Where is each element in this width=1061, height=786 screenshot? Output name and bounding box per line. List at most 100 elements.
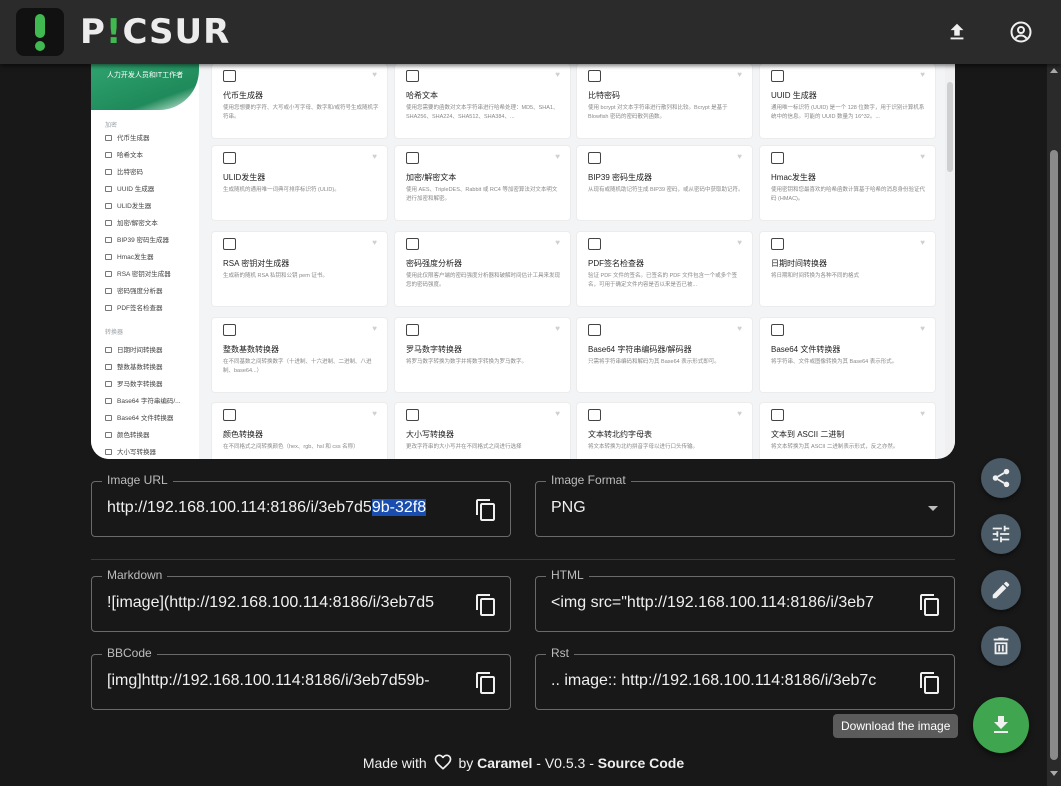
image-url-value[interactable]: http://192.168.100.114:8186/i/3eb7d59b-3… bbox=[107, 499, 460, 517]
footer-source-link[interactable]: Source Code bbox=[598, 755, 684, 771]
preview-menu-label: 密码强度分析器 bbox=[117, 288, 163, 295]
brand-title[interactable]: P!CSUR bbox=[80, 12, 230, 52]
account-circle-icon bbox=[1010, 21, 1032, 43]
footer-author-link[interactable]: Caramel bbox=[477, 755, 532, 771]
preview-card-title: BIP39 密码生成器 bbox=[588, 173, 653, 182]
preview-menu-label: UUID 生成器 bbox=[117, 186, 155, 193]
rst-field[interactable]: Rst .. image:: http://192.168.100.114:81… bbox=[535, 646, 955, 710]
markdown-value[interactable]: ![image](http://192.168.100.114:8186/i/3… bbox=[107, 594, 460, 612]
tool-icon bbox=[223, 324, 236, 336]
preview-tool-card: ♥ BIP39 密码生成器 从现有或随机助记符生成 BIP39 密码，或从密码中获取… bbox=[577, 146, 752, 220]
menu-item-icon bbox=[105, 398, 112, 404]
preview-menu-label: RSA 密钥对生成器 bbox=[117, 271, 171, 278]
preview-tool-card: ♥ 加密/解密文本 使用 AES、TripleDES、Rabbit 或 RC4 等加… bbox=[395, 146, 570, 220]
preview-menu-label: 整数基数转换器 bbox=[117, 364, 163, 371]
customize-button[interactable] bbox=[981, 514, 1021, 554]
preview-menu-label: 代币生成器 bbox=[117, 135, 150, 142]
html-field[interactable]: HTML <img src="http://192.168.100.114:81… bbox=[535, 568, 955, 632]
preview-menu-label: Base64 字符串编码/... bbox=[117, 398, 181, 405]
markdown-label: Markdown bbox=[102, 568, 168, 582]
scrollbar-thumb[interactable] bbox=[1050, 150, 1058, 760]
preview-card-desc: 生成随机的通用唯一词典可排序标识符 (ULID)。 bbox=[223, 187, 340, 193]
preview-card-title: 日期时间转换器 bbox=[771, 259, 827, 268]
menu-item-icon bbox=[105, 203, 112, 209]
share-button[interactable] bbox=[981, 458, 1021, 498]
preview-menu-label: 比特密码 bbox=[117, 169, 143, 176]
preview-card-title: 文本转北约字母表 bbox=[588, 430, 652, 439]
preview-card-title: Base64 字符串编码器/解码器 bbox=[588, 345, 692, 354]
bbcode-field[interactable]: BBCode [img]http://192.168.100.114:8186/… bbox=[91, 646, 511, 710]
menu-item-icon bbox=[105, 449, 112, 455]
preview-group-label: 转换器 bbox=[105, 330, 124, 336]
download-button[interactable] bbox=[973, 697, 1029, 753]
heart-icon: ♥ bbox=[372, 409, 377, 418]
account-button[interactable] bbox=[1005, 16, 1037, 48]
preview-card-title: 颜色转换器 bbox=[223, 430, 263, 439]
preview-card-desc: 从现有或随机助记符生成 BIP39 密码，或从密码中获取助记符。 bbox=[588, 187, 744, 193]
preview-card-desc: 通用唯一标识符 (UUID) 是一个 128 位数字，用于识别计算机系统中的信息… bbox=[771, 105, 925, 120]
tool-icon bbox=[406, 324, 419, 336]
rst-label: Rst bbox=[546, 646, 574, 660]
preview-menu-label: PDF签名检查器 bbox=[117, 305, 163, 312]
edit-button[interactable] bbox=[981, 570, 1021, 610]
preview-tool-card: ♥ 罗马数字转换器 将罗马数字转换为数字并将数字转换为罗马数字。 bbox=[395, 318, 570, 392]
markdown-field[interactable]: Markdown ![image](http://192.168.100.114… bbox=[91, 568, 511, 632]
tool-icon bbox=[588, 324, 601, 336]
preview-card-desc: 将罗马数字转换为数字并将数字转换为罗马数字。 bbox=[406, 359, 528, 365]
brand-prefix: P bbox=[80, 12, 106, 52]
preview-menu-label: 颜色转换器 bbox=[117, 432, 150, 439]
rst-value[interactable]: .. image:: http://192.168.100.114:8186/i… bbox=[551, 672, 904, 690]
copy-image-url-button[interactable] bbox=[474, 498, 498, 522]
preview-tool-card: ♥ 哈希文本 使用您需要的函数对文本字符串进行哈希处理：MD5、SHA1、SHA25… bbox=[395, 64, 570, 138]
scroll-up-arrow[interactable] bbox=[1050, 68, 1058, 73]
image-url-label: Image URL bbox=[102, 473, 173, 487]
tool-icon bbox=[406, 238, 419, 250]
preview-menu-item: PDF签名检查器 bbox=[105, 302, 163, 312]
preview-card-desc: 只需将字符串编码和解码为其 Base64 表示形式即可。 bbox=[588, 359, 720, 365]
preview-menu-label: 加密/解密文本 bbox=[117, 220, 158, 227]
preview-menu-item: 罗马数字转换器 bbox=[105, 378, 163, 388]
bbcode-value[interactable]: [img]http://192.168.100.114:8186/i/3eb7d… bbox=[107, 672, 460, 690]
copy-rst-button[interactable] bbox=[918, 671, 942, 695]
logo-icon[interactable] bbox=[16, 8, 64, 56]
heart-icon: ♥ bbox=[737, 409, 742, 418]
copy-html-button[interactable] bbox=[918, 593, 942, 617]
html-value[interactable]: <img src="http://192.168.100.114:8186/i/… bbox=[551, 594, 904, 612]
brand-suffix: CSUR bbox=[122, 12, 231, 52]
delete-button[interactable] bbox=[981, 626, 1021, 666]
copy-markdown-button[interactable] bbox=[474, 593, 498, 617]
heart-icon: ♥ bbox=[920, 409, 925, 418]
tool-icon bbox=[223, 70, 236, 82]
menu-item-icon bbox=[105, 152, 112, 158]
copy-bbcode-button[interactable] bbox=[474, 671, 498, 695]
download-icon bbox=[994, 716, 1008, 733]
preview-card-desc: 在不同基数之间转换数字（十进制、十六进制、二进制、八进制、base64...） bbox=[223, 359, 372, 374]
preview-tool-card: ♥ 颜色转换器 在不同格式之间转换颜色（hex、rgb、hsl 和 css 名称） bbox=[212, 403, 387, 459]
preview-card-title: 比特密码 bbox=[588, 91, 620, 100]
page-scrollbar[interactable] bbox=[1047, 64, 1061, 786]
preview-menu-item: Hmac发生器 bbox=[105, 251, 153, 261]
preview-menu-item: UUID 生成器 bbox=[105, 183, 154, 193]
preview-card-desc: 更改字符串的大小写并在不同格式之间进行选择 bbox=[406, 444, 522, 450]
heart-icon: ♥ bbox=[555, 238, 560, 247]
preview-card-title: 文本到 ASCII 二进制 bbox=[771, 430, 845, 439]
heart-icon: ♥ bbox=[920, 70, 925, 79]
tool-icon bbox=[406, 70, 419, 82]
preview-tool-card: ♥ 文本转北约字母表 将文本转换为北约拼音字母以进行口头传输。 bbox=[577, 403, 752, 459]
image-format-select[interactable]: Image Format PNG bbox=[535, 473, 955, 537]
scroll-down-arrow[interactable] bbox=[1050, 771, 1058, 776]
preview-tool-card: ♥ 密码强度分析器 使用此仅限客户端的密码强度分析器和破解时间估计工具来发现您的密码… bbox=[395, 232, 570, 306]
preview-menu-item: 加密/解密文本 bbox=[105, 217, 158, 227]
preview-card-desc: 使用 AES、TripleDES、Rabbit 或 RC4 等加密算法对文本明文… bbox=[406, 187, 558, 202]
menu-item-icon bbox=[105, 220, 112, 226]
preview-tool-card: ♥ Base64 字符串编码器/解码器 只需将字符串编码和解码为其 Base64 表… bbox=[577, 318, 752, 392]
preview-card-title: PDF签名检查器 bbox=[588, 259, 644, 268]
tool-icon bbox=[771, 152, 784, 164]
image-url-field[interactable]: Image URL http://192.168.100.114:8186/i/… bbox=[91, 473, 511, 537]
copy-icon bbox=[476, 499, 495, 521]
menu-item-icon bbox=[105, 381, 112, 387]
divider bbox=[91, 559, 955, 560]
heart-icon: ♥ bbox=[372, 70, 377, 79]
tool-icon bbox=[588, 409, 601, 421]
upload-button[interactable] bbox=[941, 16, 973, 48]
